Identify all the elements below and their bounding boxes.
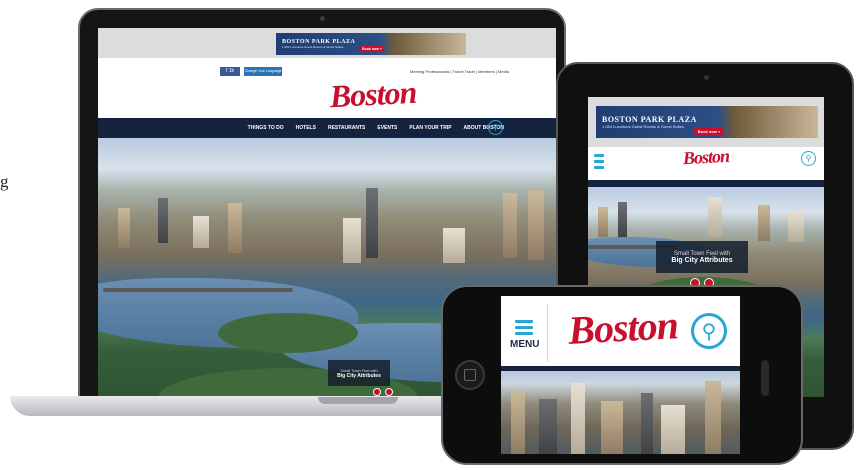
boston-logo[interactable]: Boston [317, 73, 429, 116]
phone-hero-photo [501, 371, 740, 454]
laptop-hero-caption: Small Town Feel with Big City Attributes [328, 360, 390, 386]
phone-boston-logo[interactable]: Boston [562, 301, 684, 354]
hamburger-menu-icon[interactable] [594, 154, 604, 169]
nav-hotels[interactable]: HOTELS [296, 125, 316, 131]
nav-restaurants[interactable]: RESTAURANTS [328, 125, 365, 131]
phone-menu-label[interactable]: MENU [510, 339, 539, 350]
nav-events[interactable]: EVENTS [377, 125, 397, 131]
search-icon[interactable]: ⚲ [488, 120, 503, 135]
tablet-ad-title: BOSTON PARK PLAZA [602, 115, 697, 124]
tablet-camera [704, 75, 709, 80]
device-mockup-stage: g BOSTON PARK PLAZA 1,054 Luxurious Gues… [0, 0, 863, 470]
tablet-hero-caption: Small Town Feel with Big City Attributes [656, 241, 748, 273]
tablet-hotel-ad[interactable]: BOSTON PARK PLAZA 1,054 Luxurious Guest … [596, 106, 818, 138]
laptop-caption-line2: Big City Attributes [337, 372, 381, 379]
nav-plan-your-trip[interactable]: PLAN YOUR TRIP [409, 125, 451, 131]
phone-search-icon[interactable]: ⚲ [691, 313, 727, 349]
phone-home-button[interactable] [455, 360, 485, 390]
tablet-boston-logo[interactable]: Boston [675, 145, 736, 169]
tablet-caption-line2: Big City Attributes [671, 256, 733, 264]
laptop-hotel-ad[interactable]: BOSTON PARK PLAZA 1,054 Luxurious Guest … [276, 33, 466, 55]
laptop-camera [320, 16, 325, 21]
laptop-notch [318, 397, 398, 404]
laptop-ad-book-button[interactable]: Book now » [360, 46, 384, 52]
language-select[interactable]: Change Your Language [244, 67, 282, 76]
phone-screen: MENU Boston ⚲ [501, 296, 740, 454]
phone-speaker [761, 360, 769, 396]
edge-text: g [0, 172, 8, 191]
phone-hamburger-menu-icon[interactable] [515, 320, 533, 335]
laptop-slider-dots[interactable] [373, 388, 393, 396]
nav-things-to-do[interactable]: THINGS TO DO [248, 125, 284, 131]
tablet-ad-book-button[interactable]: Book now » [694, 128, 724, 135]
tablet-search-icon[interactable]: ⚲ [801, 151, 816, 166]
tablet-nav-bar [588, 180, 824, 187]
facebook-share-button[interactable]: f 1k [220, 67, 240, 76]
